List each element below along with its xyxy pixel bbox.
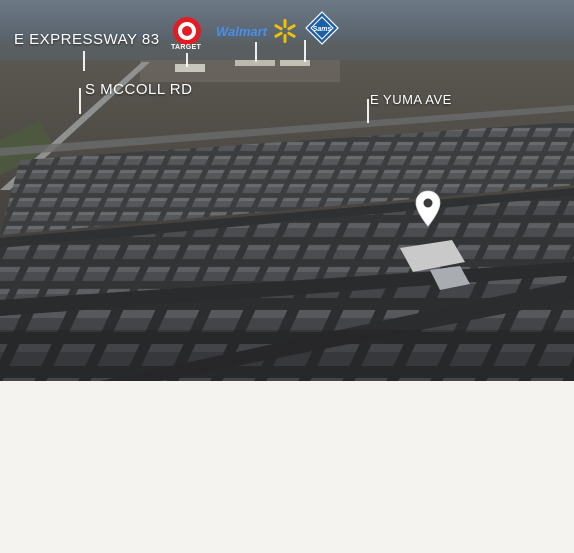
label-expressway: E EXPRESSWAY 83 <box>14 31 160 48</box>
label-yuma-ave: E YUMA AVE <box>370 92 452 107</box>
sams-club-icon: Sams <box>305 11 339 45</box>
label-expressway-pointer <box>83 51 85 71</box>
svg-text:Sams: Sams <box>313 26 332 33</box>
target-label: TARGET <box>171 44 202 51</box>
target-pointer <box>186 53 188 67</box>
walmart-spark-icon <box>274 19 296 43</box>
walmart-pointer <box>255 42 257 62</box>
label-yuma-pointer <box>367 99 369 123</box>
label-mccoll-pointer <box>79 88 81 114</box>
blank-area <box>0 381 574 553</box>
label-mccoll-rd: S MCCOLL RD <box>85 81 193 98</box>
target-logo-icon <box>173 17 201 45</box>
walmart-label: Walmart <box>216 24 268 39</box>
map-pin-icon <box>415 190 441 227</box>
sams-pointer <box>304 40 306 62</box>
aerial-photo: E EXPRESSWAY 83 S MCCOLL RD E YUMA AVE T… <box>0 0 574 381</box>
aerial-scene <box>0 0 574 381</box>
